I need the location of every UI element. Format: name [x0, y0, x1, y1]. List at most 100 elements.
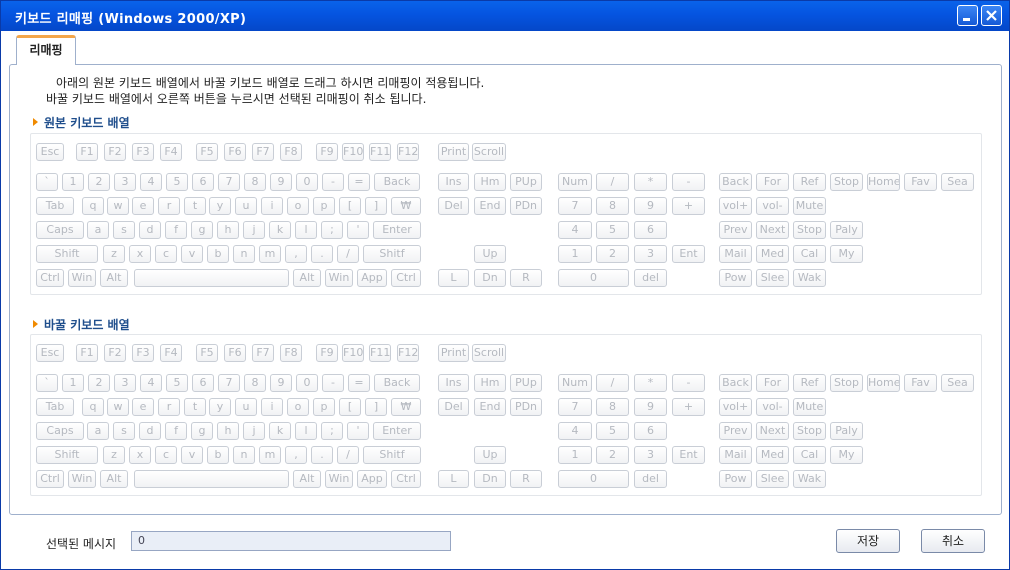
- key-main-shitf[interactable]: Shitf: [363, 245, 421, 263]
- key-num-0[interactable]: 0: [558, 269, 629, 287]
- key-main-quote[interactable]: ': [347, 422, 369, 440]
- key-media-cal[interactable]: Cal: [793, 245, 826, 263]
- key-num-4[interactable]: 4: [558, 422, 592, 440]
- key-media-mute[interactable]: Mute: [793, 398, 826, 416]
- key-main-3[interactable]: 3: [114, 173, 136, 191]
- key-main-b[interactable]: b: [207, 245, 229, 263]
- key-fn-f3[interactable]: F3: [132, 344, 154, 362]
- key-media-my[interactable]: My: [830, 245, 863, 263]
- key-nav-up[interactable]: Up: [474, 245, 506, 263]
- key-main-win[interactable]: Win: [68, 269, 96, 287]
- key-nav-hm[interactable]: Hm: [474, 374, 506, 392]
- key-main-u[interactable]: u: [235, 398, 257, 416]
- key-main-4[interactable]: 4: [140, 173, 162, 191]
- key-main-2[interactable]: 2: [88, 173, 110, 191]
- key-main-semicolon[interactable]: ;: [321, 422, 343, 440]
- key-main-r[interactable]: r: [158, 398, 180, 416]
- key-nav-dn[interactable]: Dn: [474, 470, 506, 488]
- key-main-rbracket[interactable]: ]: [365, 398, 387, 416]
- key-main-q[interactable]: q: [82, 197, 104, 215]
- key-main-shitf[interactable]: Shitf: [363, 446, 421, 464]
- key-media-stop[interactable]: Stop: [830, 374, 863, 392]
- minimize-button[interactable]: [957, 5, 978, 26]
- key-nav-l[interactable]: L: [438, 269, 469, 287]
- key-fn-f6[interactable]: F6: [224, 143, 246, 161]
- key-num-9[interactable]: 9: [634, 197, 667, 215]
- key-media-stop[interactable]: Stop: [830, 173, 863, 191]
- key-num-ent[interactable]: Ent: [672, 446, 705, 464]
- tab-remapping[interactable]: 리매핑: [16, 35, 76, 65]
- key-main-h[interactable]: h: [217, 422, 239, 440]
- key-media-pow[interactable]: Pow: [719, 470, 752, 488]
- key-media-ref[interactable]: Ref: [793, 173, 826, 191]
- key-main-v[interactable]: v: [181, 245, 203, 263]
- key-main-caps[interactable]: Caps: [36, 221, 84, 239]
- key-main-b[interactable]: b: [207, 446, 229, 464]
- key-media-pow[interactable]: Pow: [719, 269, 752, 287]
- key-fn-scroll[interactable]: Scroll: [472, 344, 506, 362]
- key-nav-pdn[interactable]: PDn: [510, 398, 542, 416]
- key-main-shift[interactable]: Shift: [36, 245, 98, 263]
- key-num-slash[interactable]: /: [596, 173, 629, 191]
- key-media-vol[interactable]: vol+: [719, 197, 752, 215]
- key-media-prev[interactable]: Prev: [719, 221, 752, 239]
- key-main-5[interactable]: 5: [166, 173, 188, 191]
- key-main-x[interactable]: x: [129, 446, 151, 464]
- key-media-stop[interactable]: Stop: [793, 221, 826, 239]
- key-num-8[interactable]: 8: [596, 398, 629, 416]
- key-main-caps[interactable]: Caps: [36, 422, 84, 440]
- key-main-alt[interactable]: Alt: [100, 269, 128, 287]
- key-main-4[interactable]: 4: [140, 374, 162, 392]
- key-media-ref[interactable]: Ref: [793, 374, 826, 392]
- key-fn-f10[interactable]: F10: [342, 143, 364, 161]
- key-nav-del[interactable]: Del: [438, 197, 469, 215]
- key-media-for[interactable]: For: [756, 374, 789, 392]
- key-main-2[interactable]: 2: [88, 374, 110, 392]
- key-num-1[interactable]: 1: [558, 245, 592, 263]
- key-media-home[interactable]: Home: [867, 374, 900, 392]
- key-main-a[interactable]: a: [87, 422, 109, 440]
- key-media-med[interactable]: Med: [756, 446, 789, 464]
- key-main-w[interactable]: w: [107, 197, 129, 215]
- key-media-vol[interactable]: vol-: [756, 398, 789, 416]
- key-fn-f8[interactable]: F8: [280, 143, 302, 161]
- key-media-next[interactable]: Next: [756, 422, 789, 440]
- key-fn-f10[interactable]: F10: [342, 344, 364, 362]
- key-num-plus[interactable]: +: [672, 398, 705, 416]
- key-media-next[interactable]: Next: [756, 221, 789, 239]
- key-main-back[interactable]: Back: [374, 374, 420, 392]
- key-fn-f6[interactable]: F6: [224, 344, 246, 362]
- key-main-k[interactable]: k: [269, 422, 291, 440]
- key-num-minus[interactable]: -: [672, 173, 705, 191]
- key-main-o[interactable]: o: [287, 398, 309, 416]
- key-media-slee[interactable]: Slee: [756, 269, 789, 287]
- key-fn-f5[interactable]: F5: [196, 344, 218, 362]
- key-main-app[interactable]: App: [357, 269, 387, 287]
- key-num-3[interactable]: 3: [634, 245, 667, 263]
- key-main-c[interactable]: c: [155, 245, 177, 263]
- key-media-for[interactable]: For: [756, 173, 789, 191]
- key-main-g[interactable]: g: [191, 221, 213, 239]
- key-main-w[interactable]: w: [107, 398, 129, 416]
- key-main-5[interactable]: 5: [166, 374, 188, 392]
- key-main-a[interactable]: a: [87, 221, 109, 239]
- key-fn-f4[interactable]: F4: [160, 143, 182, 161]
- key-nav-ins[interactable]: Ins: [438, 374, 469, 392]
- key-main-win[interactable]: Win: [68, 470, 96, 488]
- key-num-del[interactable]: del: [634, 269, 667, 287]
- key-main-back[interactable]: Back: [374, 173, 420, 191]
- key-num-4[interactable]: 4: [558, 221, 592, 239]
- key-main-7[interactable]: 7: [218, 374, 240, 392]
- key-main-i[interactable]: i: [261, 197, 283, 215]
- key-media-med[interactable]: Med: [756, 245, 789, 263]
- title-bar[interactable]: 키보드 리매핑 (Windows 2000/XP): [1, 1, 1009, 31]
- key-fn-f11[interactable]: F11: [369, 344, 391, 362]
- key-nav-dn[interactable]: Dn: [474, 269, 506, 287]
- key-media-sea[interactable]: Sea: [941, 374, 974, 392]
- key-main-r[interactable]: r: [158, 197, 180, 215]
- key-main-lbracket[interactable]: [: [339, 197, 361, 215]
- key-main-s[interactable]: s: [113, 221, 135, 239]
- key-nav-r[interactable]: R: [510, 470, 542, 488]
- key-main-slash[interactable]: /: [337, 446, 359, 464]
- key-main-ctrl[interactable]: Ctrl: [36, 269, 64, 287]
